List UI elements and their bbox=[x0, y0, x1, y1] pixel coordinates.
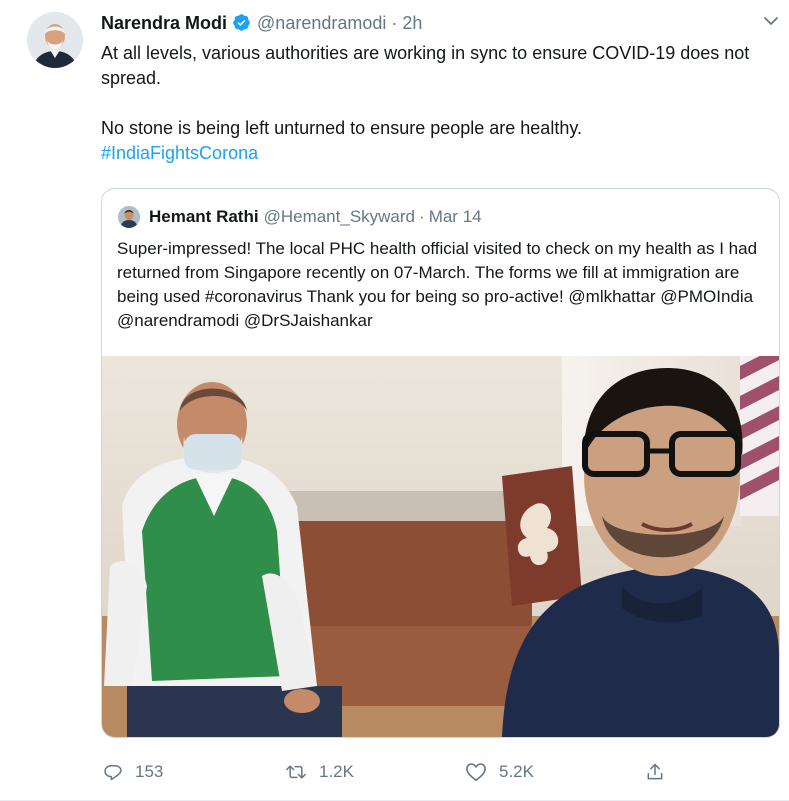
quoted-display-name[interactable]: Hemant Rathi bbox=[149, 207, 259, 226]
quoted-handle[interactable]: @Hemant_Skyward bbox=[264, 207, 415, 226]
quoted-author-avatar[interactable] bbox=[118, 206, 140, 228]
tweet[interactable]: Narendra Modi @narendramodi · 2h At all lev… bbox=[0, 0, 789, 801]
author-avatar[interactable] bbox=[27, 12, 83, 68]
share-button[interactable] bbox=[645, 758, 677, 786]
tweet-action-bar: 153 1.2K 5.2K bbox=[0, 758, 789, 788]
retweet-count: 1.2K bbox=[319, 762, 354, 781]
tweet-text-line: At all levels, various authorities are w… bbox=[101, 43, 750, 88]
avatar-photo-icon bbox=[27, 12, 83, 68]
separator-dot: · bbox=[391, 13, 398, 33]
separator-dot: · bbox=[419, 207, 425, 226]
retweet-button[interactable]: 1.2K bbox=[285, 758, 354, 786]
retweet-icon bbox=[286, 765, 306, 779]
heart-icon bbox=[466, 763, 486, 781]
like-button[interactable]: 5.2K bbox=[465, 758, 534, 786]
like-count: 5.2K bbox=[499, 762, 534, 781]
hashtag-link[interactable]: #IndiaFightsCorona bbox=[101, 143, 258, 163]
quoted-tweet[interactable]: Hemant Rathi @Hemant_Skyward · Mar 14 Super… bbox=[101, 188, 780, 738]
quoted-tweet-header: Hemant Rathi @Hemant_Skyward · Mar 14 bbox=[149, 205, 482, 229]
quoted-tweet-date[interactable]: Mar 14 bbox=[429, 207, 482, 226]
avatar-photo-icon bbox=[118, 206, 140, 228]
quoted-tweet-photo[interactable] bbox=[102, 346, 779, 737]
more-options-chevron-down-icon[interactable] bbox=[762, 12, 780, 30]
quoted-tweet-text: Super-impressed! The local PHC health of… bbox=[117, 239, 758, 330]
tweet-header: Narendra Modi @narendramodi · 2h bbox=[101, 11, 422, 38]
share-icon bbox=[647, 763, 663, 780]
reply-count: 153 bbox=[135, 762, 164, 781]
author-handle[interactable]: @narendramodi bbox=[257, 13, 386, 33]
reply-icon bbox=[104, 765, 122, 781]
reply-button[interactable]: 153 bbox=[103, 758, 163, 786]
author-display-name[interactable]: Narendra Modi bbox=[101, 13, 227, 33]
photo-image bbox=[102, 346, 779, 737]
tweet-text-line: No stone is being left unturned to ensur… bbox=[101, 118, 582, 138]
verified-badge-icon bbox=[232, 13, 251, 38]
tweet-timestamp[interactable]: 2h bbox=[402, 13, 422, 33]
tweet-text: At all levels, various authorities are w… bbox=[101, 41, 776, 166]
